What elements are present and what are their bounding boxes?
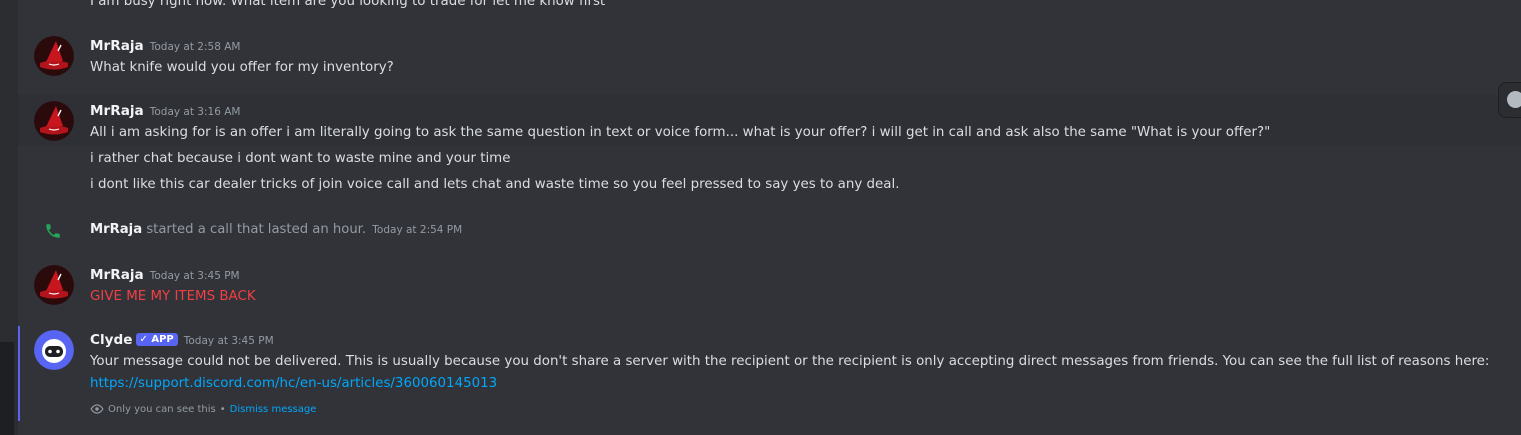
red-witch-hat-avatar-icon (34, 265, 74, 305)
message-timestamp: Today at 3:16 AM (149, 106, 241, 118)
smiley-icon (1507, 91, 1521, 108)
ephemeral-text: Only you can see this (108, 403, 216, 415)
author-name[interactable]: Clyde (90, 332, 132, 348)
message-group-2: MrRaja Today at 3:16 AM All i am asking f… (18, 101, 1521, 201)
author-name[interactable]: MrRaja (90, 222, 142, 237)
red-witch-hat-avatar-icon (34, 101, 74, 141)
app-badge: ✓ APP (136, 333, 178, 346)
add-reaction-button[interactable] (1498, 82, 1521, 118)
dismiss-message-link[interactable]: Dismiss message (230, 404, 317, 415)
user-avatar[interactable] (34, 36, 74, 76)
call-text: started a call that lasted an hour. (146, 222, 367, 237)
phone-icon (44, 222, 62, 240)
call-system-message: MrRaja started a call that lasted an hou… (90, 222, 462, 237)
author-name[interactable]: MrRaja (90, 103, 144, 119)
clyde-bot-avatar-icon (34, 330, 74, 370)
message-group-3: MrRaja Today at 3:45 PM GIVE ME MY ITEMS … (18, 265, 1521, 309)
ephemeral-notice: Only you can see this • Dismiss message (90, 403, 316, 415)
message-author[interactable]: Clyde ✓ APP Today at 3:45 PM (90, 332, 274, 348)
message-text: i dont like this car dealer tricks of jo… (90, 177, 900, 192)
message-text: All i am asking for is an offer i am lit… (90, 125, 1271, 140)
red-witch-hat-avatar-icon (34, 36, 74, 76)
message-timestamp: Today at 3:45 PM (183, 335, 274, 347)
cut-off-message: I am busy right now. What item are you l… (90, 0, 606, 9)
support-link[interactable]: https://support.discord.com/hc/en-us/art… (90, 376, 497, 391)
message-timestamp: Today at 2:54 PM (372, 224, 463, 236)
left-gutter-mark (0, 342, 14, 435)
author-name[interactable]: MrRaja (90, 267, 144, 283)
app-badge-label: APP (151, 334, 174, 345)
message-group-1: MrRaja Today at 2:58 AM What knife would … (18, 36, 1521, 92)
message-author[interactable]: MrRaja Today at 3:16 AM (90, 103, 240, 119)
separator-dot: • (219, 403, 226, 415)
user-avatar[interactable] (34, 101, 74, 141)
message-text: Your message could not be delivered. Thi… (90, 354, 1490, 369)
message-text: i rather chat because i dont want to was… (90, 151, 511, 166)
user-avatar[interactable] (34, 265, 74, 305)
message-author[interactable]: MrRaja Today at 3:45 PM (90, 267, 240, 283)
author-name[interactable]: MrRaja (90, 38, 144, 54)
message-timestamp: Today at 3:45 PM (149, 270, 240, 282)
message-text: What knife would you offer for my invent… (90, 60, 394, 75)
eye-icon (90, 404, 104, 414)
clyde-avatar[interactable] (34, 330, 74, 370)
message-timestamp: Today at 2:58 AM (149, 41, 241, 53)
message-text: GIVE ME MY ITEMS BACK (90, 289, 256, 304)
message-author[interactable]: MrRaja Today at 2:58 AM (90, 38, 240, 54)
